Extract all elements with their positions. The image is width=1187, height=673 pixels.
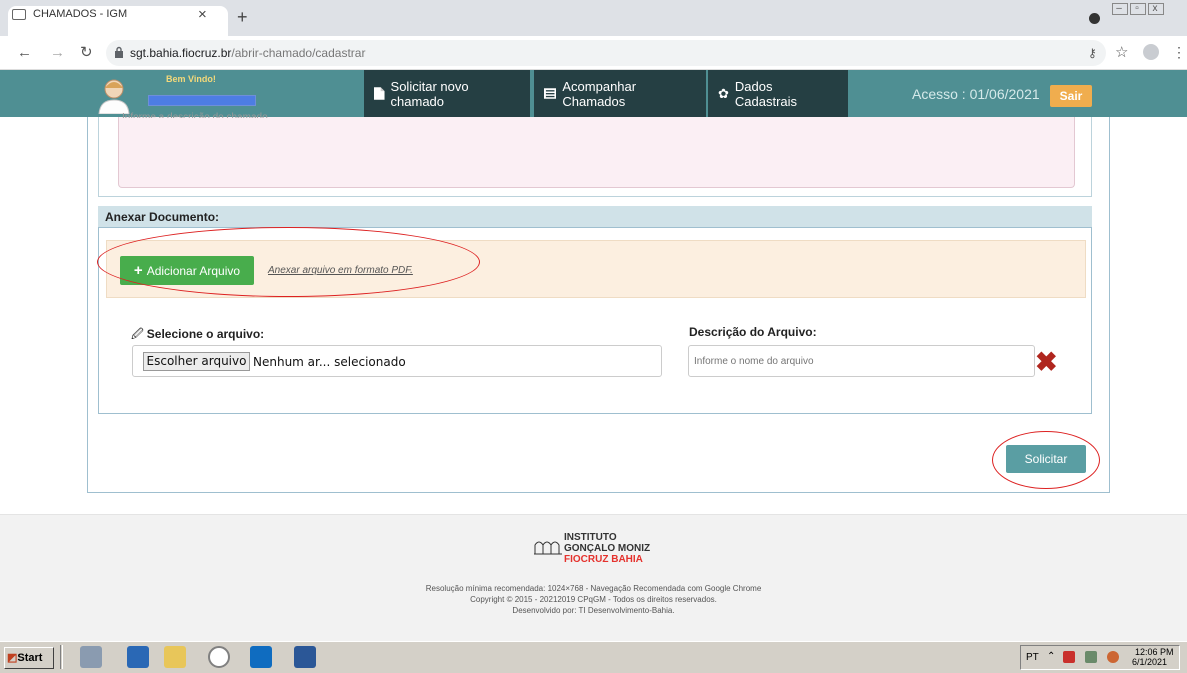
forward-icon[interactable]: → [50, 44, 65, 61]
logo-text-line1: INSTITUTO [564, 532, 617, 543]
nav-acompanhar-chamados[interactable]: Acompanhar Chamados [534, 70, 706, 117]
lock-icon [115, 46, 123, 58]
profile-avatar-icon[interactable] [1143, 44, 1159, 60]
bookmark-star-icon[interactable]: ☆ [1115, 43, 1128, 61]
windows-flag-icon: ◩ [7, 652, 18, 664]
back-icon[interactable]: ← [17, 44, 32, 61]
word-icon[interactable] [294, 646, 316, 668]
nav-label: Acompanhar Chamados [562, 78, 637, 109]
browser-status-icon [1089, 13, 1100, 24]
page-favicon-icon [12, 9, 26, 20]
choose-file-button[interactable]: Escolher arquivo [143, 352, 250, 371]
server-manager-icon[interactable] [80, 646, 102, 668]
file-description-label: Descrição do Arquivo: [689, 325, 817, 339]
annotation-ellipse [97, 227, 480, 297]
url-host: sgt.bahia.fiocruz.br [130, 46, 232, 60]
footer-developer-text: Desenvolvido por: TI Desenvolvimento-Bah… [512, 606, 675, 615]
welcome-text: Bem Vindo! [166, 74, 216, 84]
list-icon [544, 88, 557, 99]
description-textarea[interactable] [118, 117, 1075, 188]
logo-text-line3: FIOCRUZ BAHIA [564, 554, 643, 565]
paperclip-icon: 🖉 [131, 327, 144, 341]
url-path: /abrir-chamado/cadastrar [231, 46, 366, 60]
nav-dados-cadastrais[interactable]: ✿ Dados Cadastrais [708, 70, 848, 117]
attachment-header: Anexar Documento: [98, 206, 1092, 228]
new-tab-icon[interactable]: + [237, 7, 248, 28]
last-access-text: Acesso : 01/06/2021 [912, 86, 1040, 102]
start-label: Start [17, 652, 43, 664]
reload-icon[interactable]: ↻ [80, 43, 93, 61]
minimize-icon[interactable]: – [1112, 3, 1128, 15]
gear-icon: ✿ [718, 85, 729, 101]
url-text[interactable]: sgt.bahia.fiocruz.br/abrir-chamado/cadas… [130, 46, 365, 60]
maximize-icon[interactable]: ▫ [1130, 3, 1146, 15]
user-avatar [98, 79, 130, 114]
footer-copyright-text: Copyright © 2015 - 20212019 CPqGM - Todo… [470, 595, 717, 604]
select-file-label: 🖉 Selecione o arquivo: [131, 325, 264, 346]
select-file-text: Selecione o arquivo: [146, 327, 265, 341]
logo-text-line2: GONÇALO MONIZ [564, 543, 651, 554]
tray-expand-icon[interactable]: ⌃ [1047, 651, 1055, 662]
nav-label: Solicitar novo chamado [390, 78, 469, 109]
tab-title: CHAMADOS - IGM [33, 8, 128, 20]
no-file-selected-text: Nenhum ar... selecionado [253, 355, 406, 369]
username-redacted [148, 95, 256, 106]
outlook-icon[interactable] [250, 646, 272, 668]
volume-muted-icon[interactable] [1107, 651, 1119, 663]
chrome-icon[interactable] [208, 646, 230, 668]
start-button[interactable]: ◩Start [4, 647, 54, 669]
language-indicator[interactable]: PT [1026, 652, 1039, 663]
network-alert-icon[interactable] [1063, 651, 1075, 663]
clock-time[interactable]: 12:06 PM [1135, 647, 1174, 657]
kebab-menu-icon[interactable]: ⋮ [1172, 44, 1186, 61]
clock-date[interactable]: 6/1/2021 [1132, 657, 1167, 667]
annotation-ellipse [992, 431, 1100, 489]
tray-app-icon[interactable] [1085, 651, 1097, 663]
taskbar-separator [60, 645, 63, 669]
file-description-input[interactable] [688, 345, 1035, 377]
nav-solicitar-novo-chamado[interactable]: Solicitar novo chamado [364, 70, 530, 117]
close-window-icon[interactable]: x [1148, 3, 1164, 15]
institute-logo-icon [534, 541, 562, 555]
file-explorer-icon[interactable] [164, 646, 186, 668]
nav-label: Dados Cadastrais [734, 78, 798, 109]
tab-close-icon[interactable]: × [198, 6, 207, 23]
logout-button[interactable]: Sair [1050, 85, 1092, 107]
window-controls: – ▫ x [1112, 2, 1166, 15]
document-icon [374, 87, 385, 100]
description-placeholder: Informe a descrição do chamado [122, 112, 268, 118]
footer-resolution-text: Resolução mínima recomendada: 1024×768 -… [425, 584, 762, 593]
powershell-icon[interactable] [127, 646, 149, 668]
key-icon[interactable]: ⚷ [1088, 46, 1097, 60]
remove-file-icon[interactable]: ✖ [1035, 349, 1058, 376]
